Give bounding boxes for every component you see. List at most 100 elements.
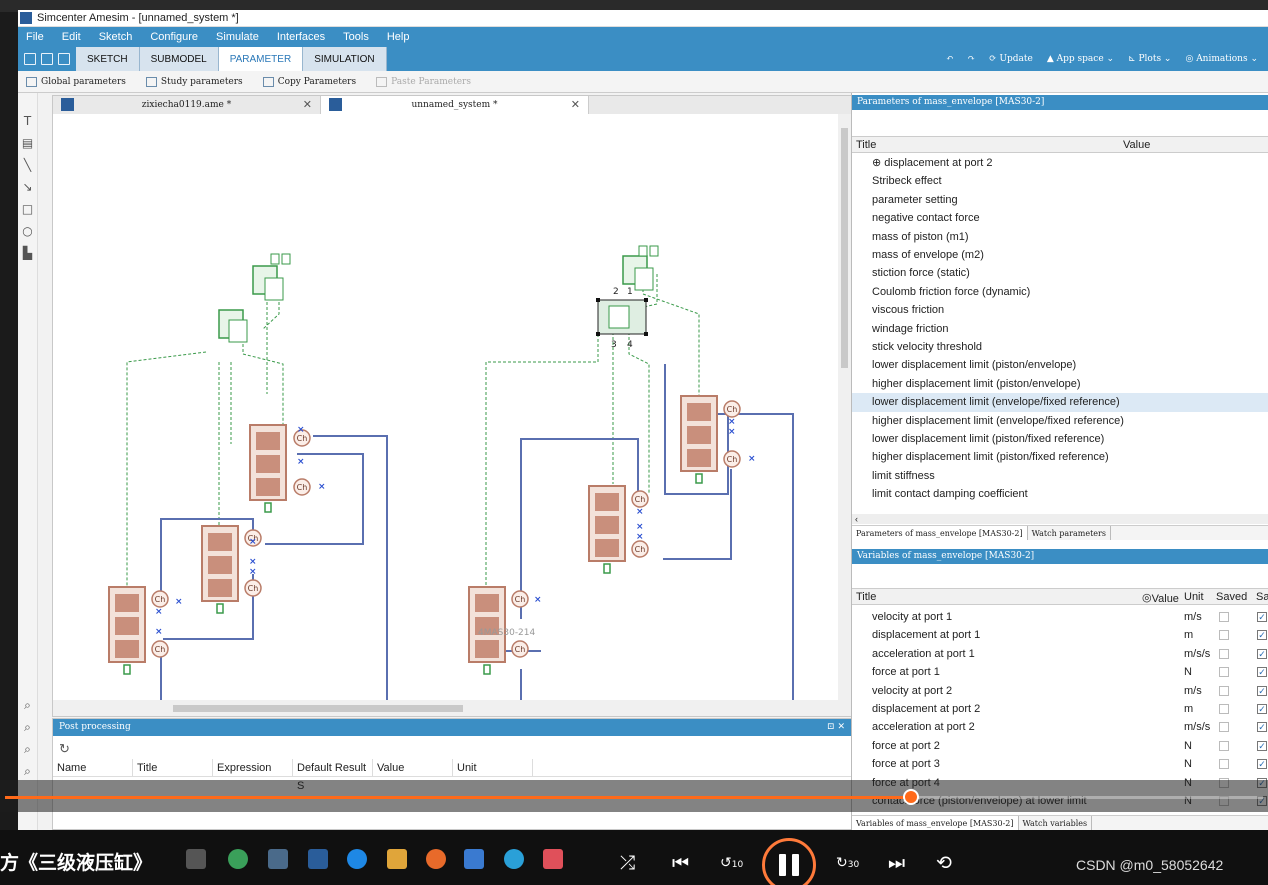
parameter-row[interactable]: higher displacement limit (piston/envelo… — [852, 375, 1268, 393]
cylinder-stage-3-left[interactable] — [108, 586, 146, 663]
redo-icon[interactable]: ↷ — [967, 54, 975, 64]
taskbar-app-icon[interactable] — [228, 849, 248, 869]
parameter-row[interactable]: negative contact force — [852, 209, 1268, 227]
parameter-row[interactable]: stiction force (static) — [852, 264, 1268, 282]
parameter-row[interactable]: higher displacement limit (piston/fixed … — [852, 448, 1268, 466]
save-checkbox[interactable]: ✓ — [1257, 648, 1267, 659]
taskbar-app-icon[interactable] — [268, 849, 288, 869]
taskbar-app-icon[interactable] — [347, 849, 367, 869]
image-tool-icon[interactable]: ▤ — [21, 137, 34, 150]
update-button[interactable]: ⟳ Update — [989, 54, 1033, 64]
tab-watch-variables[interactable]: Watch variables — [1019, 816, 1093, 830]
saved-checkbox[interactable] — [1219, 630, 1229, 641]
save-checkbox[interactable]: ✓ — [1257, 667, 1267, 678]
tab-parameter[interactable]: PARAMETER — [218, 47, 304, 71]
saved-checkbox[interactable] — [1219, 667, 1229, 678]
menu-help[interactable]: Help — [387, 31, 410, 43]
repeat-off-icon[interactable]: ⟲ — [936, 851, 952, 875]
saved-checkbox[interactable] — [1219, 759, 1229, 770]
save-checkbox[interactable]: ✓ — [1257, 759, 1267, 770]
variable-row[interactable]: acceleration at port 2 m/s/s ✓ — [852, 718, 1268, 736]
variable-row[interactable]: displacement at port 2 m ✓ — [852, 700, 1268, 718]
zoom-fit-icon[interactable]: ⌕ — [21, 699, 34, 712]
taskbar-app-icon[interactable] — [426, 849, 446, 869]
parameter-row[interactable]: higher displacement limit (envelope/fixe… — [852, 412, 1268, 430]
save-checkbox[interactable]: ✓ — [1257, 704, 1267, 714]
variable-row[interactable]: acceleration at port 1 m/s/s ✓ — [852, 645, 1268, 663]
animations-button[interactable]: ◎ Animations ⌄ — [1185, 54, 1258, 64]
tab-parameters-of[interactable]: Parameters of mass_envelope [MAS30-2] — [852, 526, 1028, 540]
saved-checkbox[interactable] — [1219, 612, 1229, 622]
skip-back-button[interactable]: ↺10 — [720, 851, 743, 877]
variable-row[interactable]: force at port 3 N ✓ — [852, 755, 1268, 773]
zoom-area-icon[interactable]: ⌕ — [21, 765, 34, 778]
pause-button[interactable] — [762, 838, 816, 885]
tab-submodel[interactable]: SUBMODEL — [139, 47, 219, 71]
zoom-out-icon[interactable]: ⌕ — [21, 743, 34, 756]
saved-checkbox[interactable] — [1219, 722, 1229, 733]
open-file-icon[interactable] — [41, 53, 53, 65]
variable-row[interactable]: displacement at port 1 m ✓ — [852, 626, 1268, 644]
zoom-in-icon[interactable]: ⌕ — [21, 721, 34, 734]
variable-row[interactable]: velocity at port 2 m/s ✓ — [852, 682, 1268, 700]
taskbar-edge-icon[interactable] — [504, 849, 524, 869]
col-value[interactable]: Value — [1123, 139, 1150, 151]
parameter-row[interactable]: viscous friction — [852, 301, 1268, 319]
save-checkbox[interactable]: ✓ — [1257, 685, 1267, 696]
variable-row[interactable]: force at port 2 N ✓ — [852, 737, 1268, 755]
tab-watch-parameters[interactable]: Watch parameters — [1028, 526, 1111, 540]
doc-tab-unnamed[interactable]: unnamed_system * ✕ — [321, 96, 589, 114]
cylinder-stage-2-right[interactable] — [588, 485, 626, 562]
menu-interfaces[interactable]: Interfaces — [277, 31, 325, 43]
taskbar-amesim-icon[interactable] — [308, 849, 328, 869]
scroll-thumb[interactable] — [173, 705, 463, 712]
rectangle-tool-icon[interactable]: □ — [21, 203, 34, 216]
parameter-row[interactable]: Coulomb friction force (dynamic) — [852, 283, 1268, 301]
taskbar-folder-icon[interactable] — [387, 849, 407, 869]
refresh-icon[interactable]: ↻ — [59, 741, 70, 757]
study-parameters-button[interactable]: Study parameters — [145, 76, 243, 87]
global-parameters-button[interactable]: Global parameters — [26, 76, 126, 87]
align-tool-icon[interactable]: ▙ — [21, 247, 34, 260]
skip-forward-button[interactable]: ↻30 — [836, 851, 859, 877]
close-icon[interactable]: ⊡ ✕ — [827, 719, 845, 736]
parameter-row[interactable]: lower displacement limit (envelope/fixed… — [852, 393, 1268, 412]
parameter-row[interactable]: mass of envelope (m2) — [852, 246, 1268, 264]
parameter-row[interactable]: Stribeck effect — [852, 172, 1268, 190]
previous-icon[interactable]: ⏮ — [672, 851, 689, 875]
col-unit[interactable]: Unit — [1184, 591, 1204, 603]
parameter-row[interactable]: lower displacement limit (piston/envelop… — [852, 356, 1268, 374]
close-icon[interactable]: ✕ — [571, 98, 580, 111]
saved-checkbox[interactable] — [1219, 740, 1229, 751]
col-title[interactable]: Title — [856, 139, 876, 151]
taskbar-app-icon[interactable] — [186, 849, 206, 869]
parameter-row[interactable]: lower displacement limit (piston/fixed r… — [852, 430, 1268, 448]
col-value[interactable]: ◎ Value — [1142, 591, 1179, 605]
line-tool-icon[interactable]: ╲ — [21, 159, 34, 172]
parameter-row[interactable]: windage friction — [852, 320, 1268, 338]
video-progress-handle[interactable] — [903, 789, 919, 805]
new-file-icon[interactable] — [24, 53, 36, 65]
variable-row[interactable]: force at port 1 N ✓ — [852, 663, 1268, 681]
parameter-row[interactable]: limit contact damping coefficient — [852, 485, 1268, 503]
save-checkbox[interactable]: ✓ — [1257, 722, 1267, 733]
copy-parameters-button[interactable]: Copy Parameters — [262, 76, 356, 87]
doc-tab-zixiecha[interactable]: zixiecha0119.ame * ✕ — [53, 96, 321, 114]
save-file-icon[interactable] — [58, 53, 70, 65]
arrow-tool-icon[interactable]: ↘ — [21, 181, 34, 194]
saved-checkbox[interactable] — [1219, 704, 1229, 714]
taskbar-app-icon[interactable] — [543, 849, 563, 869]
taskbar-app-icon[interactable] — [464, 849, 484, 869]
plots-button[interactable]: ⊾ Plots ⌄ — [1128, 54, 1171, 64]
col-extra[interactable]: Sa — [1256, 591, 1268, 603]
col-title[interactable]: Title — [133, 759, 213, 776]
parameter-row[interactable]: stick velocity threshold — [852, 338, 1268, 356]
col-unit[interactable]: Unit — [453, 759, 533, 776]
menu-configure[interactable]: Configure — [150, 31, 198, 43]
variable-row[interactable]: velocity at port 1 m/s ✓ — [852, 608, 1268, 626]
parameter-row[interactable]: ⊕ displacement at port 2 — [852, 154, 1268, 172]
cylinder-stage-2-left[interactable] — [201, 525, 239, 602]
sketch-canvas[interactable]: ChCh ChCh ChCh ChCh ChCh ChCh ××× ××× ××… — [53, 114, 838, 700]
menu-sketch[interactable]: Sketch — [99, 31, 133, 43]
scroll-thumb[interactable] — [841, 128, 848, 368]
